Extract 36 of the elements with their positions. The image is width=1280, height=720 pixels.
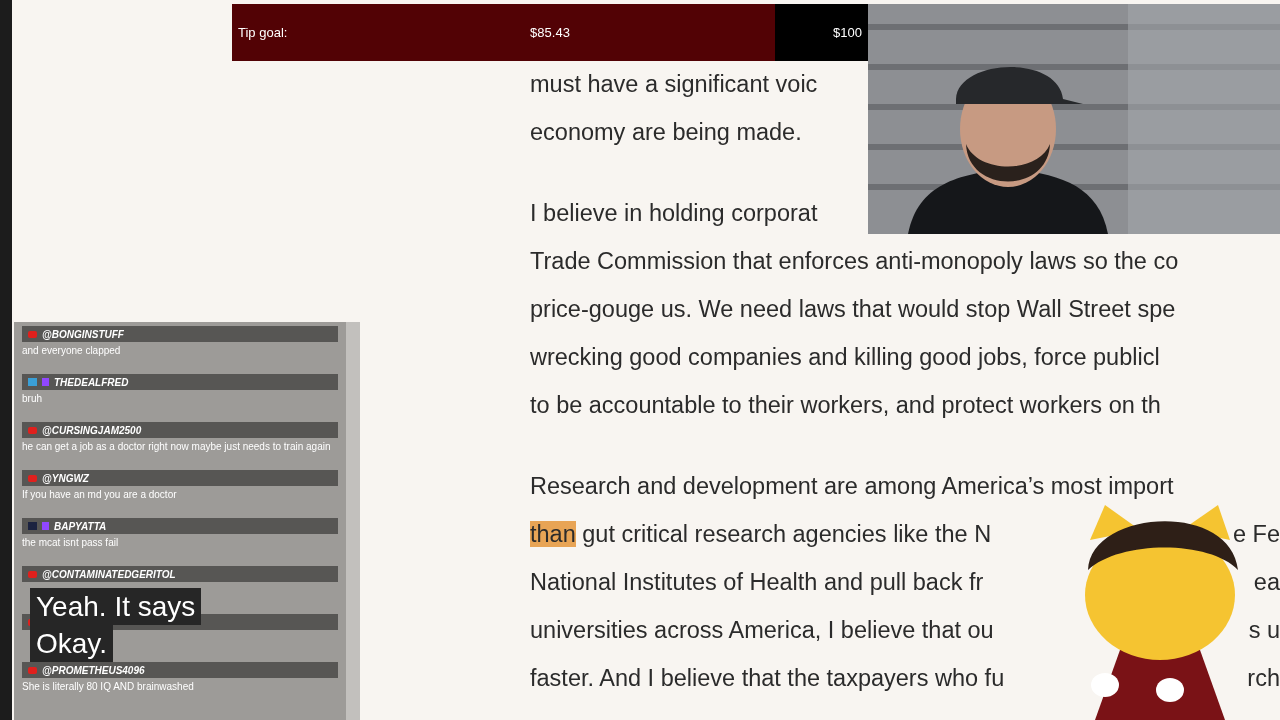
chat-message: he can get a job as a doctor right now maybe just needs to train again — [22, 441, 331, 452]
chat-username: @PROMETHEUS4096 — [42, 664, 145, 676]
chat-message: and everyone clapped — [22, 345, 121, 356]
chat-message: bruh — [22, 393, 42, 404]
text-line: faster. And I believe that the taxpayers who fu — [530, 664, 1005, 693]
chat-message: She is literally 80 IQ AND brainwashed — [22, 681, 194, 692]
chat-username: @YNGWZ — [42, 472, 89, 484]
chat-bubble-icon — [42, 378, 49, 386]
caption-text: Okay. — [30, 625, 114, 662]
text-fragment: ea — [1253, 568, 1280, 597]
tip-amount: $85.43 — [530, 25, 570, 40]
chat-username: THEDEALFRED — [54, 376, 129, 388]
chat-username: @BONGINSTUFF — [42, 328, 124, 340]
tip-target: $100 — [833, 25, 862, 40]
chat-message: the mcat isnt pass fail — [22, 537, 119, 548]
chat-username: @CONTAMINATEDGERITOL — [42, 568, 176, 580]
chat-username: BAPYATTA — [54, 520, 107, 532]
text-line: wrecking good companies and killing good jobs, force publicl — [530, 343, 1160, 372]
text-line: universities across America, I believe that ou — [530, 616, 994, 645]
tip-goal-label: Tip goal: — [238, 25, 289, 40]
text-line: Trade Commission that enforces anti-monopoly laws so the co — [530, 247, 1179, 276]
chat-username: @CURSINGJAM2500 — [42, 424, 142, 436]
text-fragment: rch — [1247, 664, 1280, 693]
caption-text: Yeah. It says — [30, 588, 202, 625]
text-line: National Institutes of Health and pull back fr — [530, 568, 984, 597]
text-line: than gut critical research agencies like the N — [530, 520, 992, 549]
text-fragment: s u — [1248, 616, 1280, 645]
text-fragment: e Fe — [1232, 520, 1280, 549]
text-line: I believe in holding corporat — [530, 199, 818, 228]
text-line: economy are being made. — [530, 118, 802, 147]
text-line: price-gouge us. We need laws that would stop Wall Street spe — [530, 295, 1176, 324]
chat-message: If you have an md you are a doctor — [22, 489, 177, 500]
text-line: to be accountable to their workers, and protect workers on th — [530, 391, 1161, 420]
chat-bubble-icon — [42, 522, 49, 530]
text-line: Research and development are among America’s most import — [530, 472, 1174, 501]
text-line: must have a significant voic — [530, 70, 818, 99]
